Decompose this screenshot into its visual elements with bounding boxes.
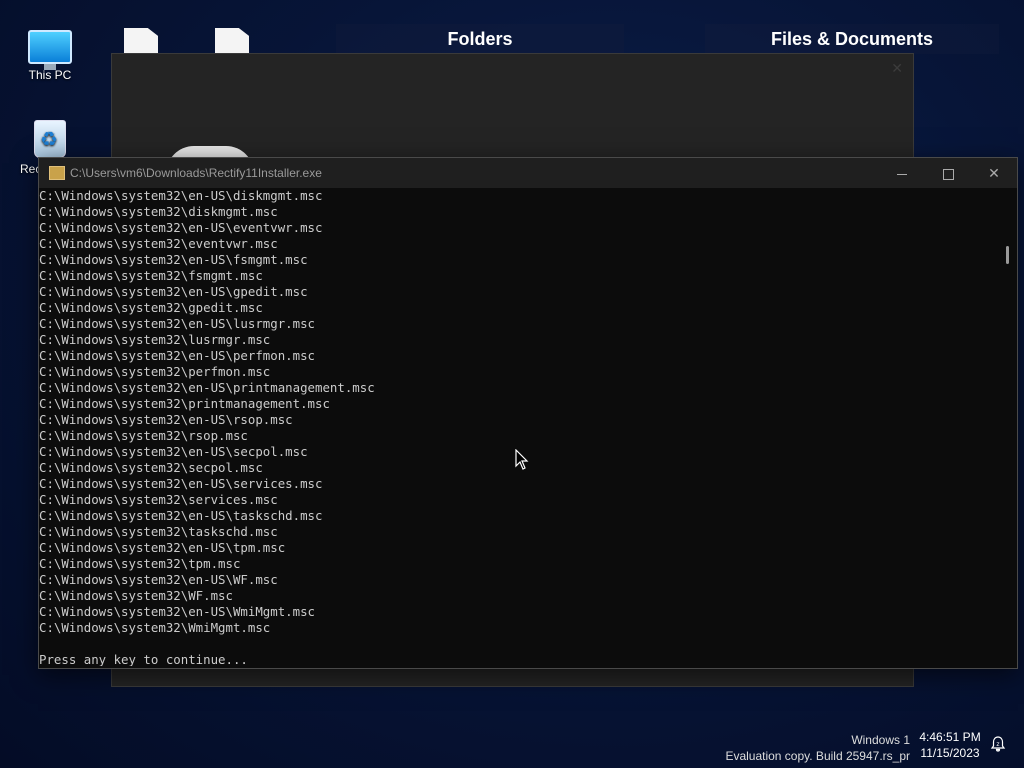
console-line: C:\Windows\system32\WF.msc [39, 588, 233, 603]
console-line: C:\Windows\system32\en-US\lusrmgr.msc [39, 316, 316, 331]
desktop-icon-label: This PC [28, 68, 72, 82]
console-titlebar[interactable]: C:\Users\vm6\Downloads\Rectify11Installe… [39, 158, 1017, 188]
watermark-line: Evaluation copy. Build 25947.rs_pr [725, 749, 910, 763]
watermark-line: Windows 1 [851, 733, 910, 747]
app-icon [49, 166, 65, 180]
file-icon[interactable] [215, 28, 249, 56]
console-line: C:\Windows\system32\en-US\tpm.msc [39, 540, 286, 555]
svg-text:z: z [996, 741, 999, 748]
console-line: C:\Windows\system32\en-US\diskmgmt.msc [39, 188, 323, 203]
console-line: C:\Windows\system32\services.msc [39, 492, 278, 507]
notification-bell-icon[interactable]: z [989, 735, 1007, 753]
evaluation-watermark: Windows 1 Evaluation copy. Build 25947.r… [725, 732, 910, 764]
console-line: C:\Windows\system32\en-US\eventvwr.msc [39, 220, 323, 235]
console-line: C:\Windows\system32\en-US\rsop.msc [39, 412, 293, 427]
minimize-icon [897, 173, 907, 175]
taskbar-clock[interactable]: 4:46:51 PM 11/15/2023 [916, 729, 984, 761]
close-icon: ✕ [988, 165, 1000, 181]
console-line: C:\Windows\system32\diskmgmt.msc [39, 204, 278, 219]
file-icon[interactable] [124, 28, 158, 56]
console-line: C:\Windows\system32\lusrmgr.msc [39, 332, 271, 347]
clock-date: 11/15/2023 [920, 746, 980, 760]
console-line: C:\Windows\system32\fsmgmt.msc [39, 268, 263, 283]
console-line: C:\Windows\system32\printmanagement.msc [39, 396, 330, 411]
maximize-icon [942, 168, 954, 180]
console-line: C:\Windows\system32\eventvwr.msc [39, 236, 278, 251]
minimize-button[interactable] [879, 158, 925, 188]
console-line: C:\Windows\system32\taskschd.msc [39, 524, 278, 539]
files-documents-header: Files & Documents [705, 24, 999, 54]
recycle-bin-icon [34, 120, 66, 158]
console-line: C:\Windows\system32\en-US\fsmgmt.msc [39, 252, 308, 267]
console-line: C:\Windows\system32\en-US\gpedit.msc [39, 284, 308, 299]
monitor-icon [28, 30, 72, 70]
clock-time: 4:46:51 PM [919, 730, 981, 744]
console-title: C:\Users\vm6\Downloads\Rectify11Installe… [70, 166, 322, 180]
close-icon[interactable]: ✕ [891, 60, 903, 77]
console-line: C:\Windows\system32\en-US\WmiMgmt.msc [39, 604, 316, 619]
folders-header: Folders [336, 24, 624, 54]
console-window[interactable]: C:\Users\vm6\Downloads\Rectify11Installe… [38, 157, 1018, 669]
scrollbar-thumb[interactable] [1006, 246, 1009, 264]
console-line: C:\Windows\system32\WmiMgmt.msc [39, 620, 271, 635]
maximize-button[interactable] [925, 158, 971, 188]
close-button[interactable]: ✕ [971, 158, 1017, 188]
console-line: C:\Windows\system32\en-US\taskschd.msc [39, 508, 323, 523]
console-line: C:\Windows\system32\rsop.msc [39, 428, 248, 443]
console-scrollbar[interactable] [999, 188, 1017, 666]
console-line: C:\Windows\system32\en-US\WF.msc [39, 572, 278, 587]
console-output[interactable]: C:\Windows\system32\en-US\diskmgmt.msc C:… [39, 188, 999, 666]
desktop-icon-this-pc[interactable]: This PC [10, 30, 90, 82]
console-line: Press any key to continue... [39, 652, 248, 666]
console-line: C:\Windows\system32\en-US\perfmon.msc [39, 348, 316, 363]
console-line: C:\Windows\system32\gpedit.msc [39, 300, 263, 315]
console-line: C:\Windows\system32\perfmon.msc [39, 364, 271, 379]
console-line: C:\Windows\system32\en-US\printmanagemen… [39, 380, 375, 395]
console-line: C:\Windows\system32\tpm.msc [39, 556, 241, 571]
console-line: C:\Windows\system32\en-US\services.msc [39, 476, 323, 491]
